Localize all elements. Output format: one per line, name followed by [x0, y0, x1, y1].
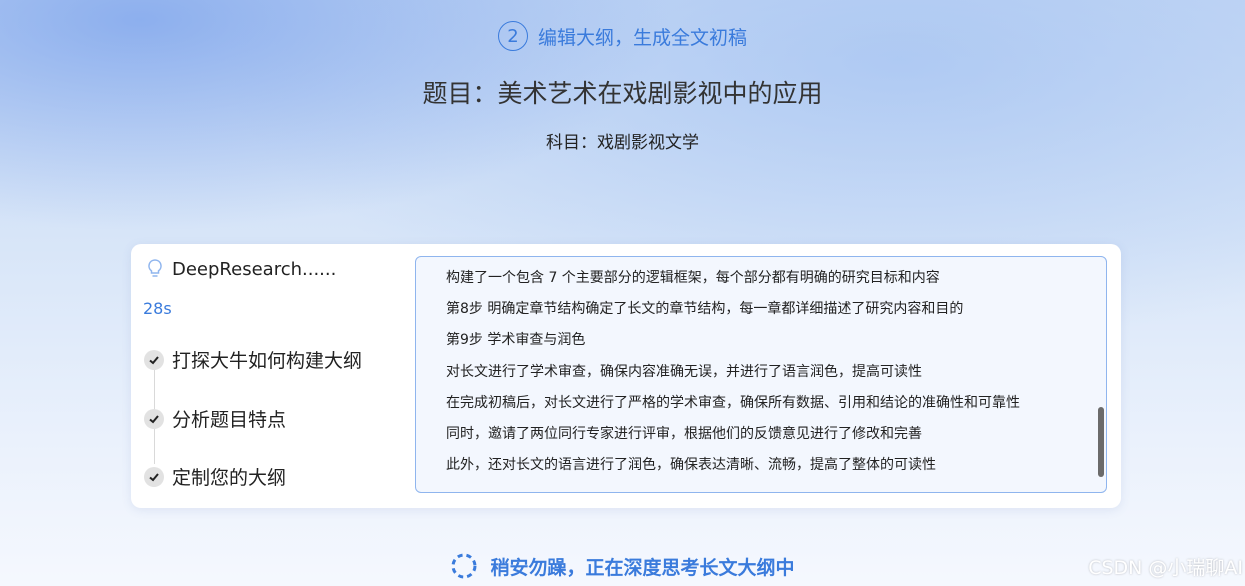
- step-indicator: 2 编辑大纲，生成全文初稿: [0, 21, 1245, 51]
- log-line: 此外，还对长文的语言进行了润色，确保表达清晰、流畅，提高了整体的可读性: [446, 457, 936, 473]
- page-title: 题目：美术艺术在戏剧影视中的应用: [422, 79, 823, 108]
- log-line: 第8步 明确定章节结构确定了长文的章节结构，每一章都详细描述了研究内容和目的: [446, 301, 964, 317]
- research-card: DeepResearch...... 28s 打探大牛如何构建大纲 分析题目特点…: [131, 244, 1121, 508]
- step-label: 编辑大纲，生成全文初稿: [537, 26, 747, 49]
- checkmark-icon: [144, 408, 164, 429]
- step-number-badge: 2: [497, 21, 528, 51]
- subject-label: 科目：戏剧影视文学: [546, 133, 699, 153]
- log-line: 第9步 学术审查与润色: [446, 332, 586, 348]
- thinking-label: 稍安勿躁，正在深度思考长文大纲中: [490, 556, 795, 579]
- progress-step-label: 定制您的大纲: [172, 467, 287, 489]
- log-line: 对长文进行了学术审查，确保内容准确无误，并进行了语言润色，提高可读性: [446, 364, 922, 380]
- log-line: 同时，邀请了两位同行专家进行评审，根据他们的反馈意见进行了修改和完善: [446, 426, 922, 442]
- progress-step: 打探大牛如何构建大纲: [144, 346, 362, 373]
- watermark: CSDN @小瑞聊AI: [1088, 557, 1243, 579]
- deep-research-label: DeepResearch......: [172, 258, 337, 280]
- checkmark-icon: [144, 466, 164, 487]
- progress-step: 定制您的大纲: [144, 463, 286, 490]
- log-line: 构建了一个包含 7 个主要部分的逻辑框架，每个部分都有明确的研究目标和内容: [446, 270, 940, 286]
- log-line: ...: [446, 483, 460, 493]
- progress-panel: DeepResearch...... 28s 打探大牛如何构建大纲 分析题目特点…: [131, 244, 411, 508]
- progress-step-label: 分析题目特点: [172, 409, 287, 431]
- research-log[interactable]: 构建了一个包含 7 个主要部分的逻辑框架，每个部分都有明确的研究目标和内容 第8…: [415, 256, 1107, 493]
- progress-step: 分析题目特点: [144, 405, 286, 432]
- progress-step-label: 打探大牛如何构建大纲: [172, 350, 363, 372]
- deep-research-header: DeepResearch......: [146, 258, 336, 280]
- checkmark-icon: [144, 349, 164, 370]
- log-line: 在完成初稿后，对长文进行了严格的学术审查，确保所有数据、引用和结论的准确性和可靠…: [446, 395, 1020, 411]
- loading-spinner-icon: [451, 553, 477, 579]
- lightbulb-icon: [148, 259, 162, 277]
- scrollbar[interactable]: [1098, 407, 1104, 477]
- thinking-status: 稍安勿躁，正在深度思考长文大纲中: [0, 552, 1245, 580]
- elapsed-time: 28s: [143, 299, 172, 318]
